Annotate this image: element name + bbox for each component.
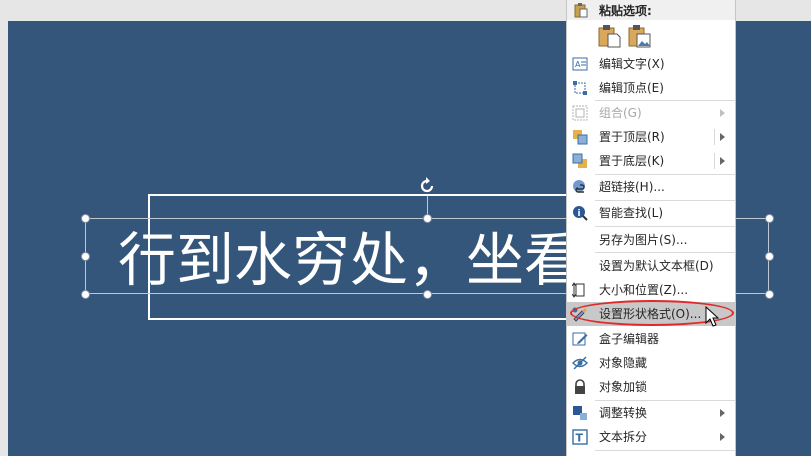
bring-to-front-icon xyxy=(573,130,588,145)
menu-item-adjust-convert[interactable]: 调整转换 xyxy=(567,401,735,425)
resize-handle-top-right[interactable] xyxy=(765,214,774,223)
hyperlink-icon xyxy=(573,180,585,193)
paste-options-label: 粘贴选项: xyxy=(599,4,652,18)
group-icon xyxy=(572,105,588,121)
menu-item-set-default-textbox[interactable]: 设置为默认文本框(D) xyxy=(567,254,735,278)
menu-item-group[interactable]: 组合(G) xyxy=(567,101,735,125)
edit-text-icon: A xyxy=(572,57,588,71)
mouse-cursor-icon xyxy=(705,306,720,327)
paste-keep-formatting-icon[interactable] xyxy=(597,24,621,48)
menu-item-edit-text[interactable]: A 编辑文字(X) xyxy=(567,52,735,76)
menu-item-save-as-picture[interactable]: 另存为图片(S)... xyxy=(567,228,735,252)
resize-handle-bottom-middle[interactable] xyxy=(423,290,432,299)
slide-text[interactable]: 行到水穷处，坐看 xyxy=(118,225,582,295)
smart-lookup-icon: i xyxy=(573,206,588,221)
paste-as-picture-icon[interactable] xyxy=(627,24,651,48)
submenu-arrow-icon xyxy=(720,433,725,441)
menu-item-send-to-back[interactable]: 置于底层(K) xyxy=(567,149,735,173)
size-position-icon xyxy=(572,282,585,298)
menu-item-hyperlink[interactable]: 超链接(H)... xyxy=(567,175,735,199)
box-editor-icon xyxy=(572,332,588,346)
resize-handle-top-left[interactable] xyxy=(81,214,90,223)
submenu-arrow-icon[interactable] xyxy=(720,157,725,165)
split-separator xyxy=(714,153,715,169)
menu-item-split-text[interactable]: T 文本拆分 xyxy=(567,425,735,449)
svg-text:T: T xyxy=(576,432,584,445)
svg-text:A: A xyxy=(575,60,581,69)
menu-separator xyxy=(595,450,735,451)
convert-icon xyxy=(573,406,587,420)
paste-options-row xyxy=(567,20,735,52)
menu-item-smart-lookup[interactable]: i 智能查找(L) xyxy=(567,201,735,225)
menu-item-lock-object[interactable]: 对象加锁 xyxy=(567,375,735,399)
submenu-arrow-icon xyxy=(720,109,725,117)
split-text-icon: T xyxy=(572,429,588,445)
send-to-back-icon xyxy=(572,153,587,168)
resize-handle-bottom-right[interactable] xyxy=(765,290,774,299)
hide-object-icon xyxy=(572,356,588,370)
resize-handle-middle-left[interactable] xyxy=(81,252,90,261)
edit-points-icon xyxy=(573,81,587,95)
resize-handle-top-middle[interactable] xyxy=(423,214,432,223)
menu-item-box-editor[interactable]: 盒子编辑器 xyxy=(567,327,735,351)
submenu-arrow-icon[interactable] xyxy=(720,133,725,141)
context-menu: 粘贴选项: A 编辑文字(X) 编辑顶点(E) 组合(G) 置于顶层(R) 置于… xyxy=(566,0,736,456)
menu-separator xyxy=(595,226,735,227)
menu-item-size-and-position[interactable]: 大小和位置(Z)... xyxy=(567,278,735,302)
resize-handle-bottom-left[interactable] xyxy=(81,290,90,299)
menu-item-hide-object[interactable]: 对象隐藏 xyxy=(567,351,735,375)
menu-item-bring-to-front[interactable]: 置于顶层(R) xyxy=(567,125,735,149)
split-separator xyxy=(714,129,715,145)
rotate-handle-icon[interactable] xyxy=(417,176,437,196)
paste-icon xyxy=(574,3,588,18)
rotate-stem xyxy=(427,196,428,216)
lock-object-icon xyxy=(575,379,585,394)
submenu-arrow-icon xyxy=(720,409,725,417)
paste-options-header: 粘贴选项: xyxy=(567,0,735,20)
resize-handle-middle-right[interactable] xyxy=(765,252,774,261)
svg-text:i: i xyxy=(578,209,581,219)
menu-item-edit-points[interactable]: 编辑顶点(E) xyxy=(567,76,735,100)
menu-separator xyxy=(595,252,735,253)
